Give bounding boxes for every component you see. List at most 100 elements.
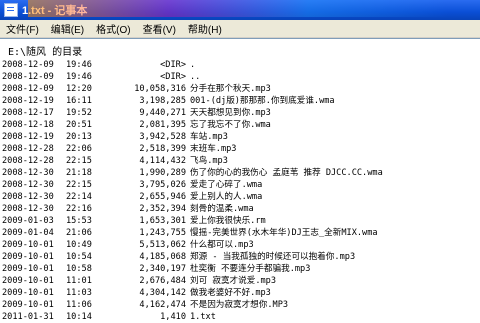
listing-date: 2009-10-01 xyxy=(2,240,54,250)
listing-filename: 1.txt xyxy=(190,312,216,322)
listing-filename: 爱上别人的人.wma xyxy=(190,192,263,202)
listing-size: 1,653,301 xyxy=(139,216,186,226)
listing-time: 21:18 xyxy=(66,168,92,178)
listing-filename: 天天都想见到你.mp3 xyxy=(190,108,271,118)
listing-size: 2,081,395 xyxy=(139,120,186,130)
listing-filename: 什么都可以.mp3 xyxy=(190,240,254,250)
listing-time: 22:15 xyxy=(66,156,92,166)
listing-size: 4,304,142 xyxy=(139,288,186,298)
listing-size: 3,795,026 xyxy=(139,180,186,190)
listing-row: 2008-12-30 22:16 2,352,394 刻骨的温柔.wma xyxy=(2,203,478,215)
menu-format[interactable]: 格式(O) xyxy=(90,21,136,36)
listing-row: 2008-12-09 12:20 10,058,316 分手在那个秋天.mp3 xyxy=(2,83,478,95)
listing-size: 2,655,946 xyxy=(139,192,186,202)
listing-filename: 郑源 - 当我孤独的时候还可以抱着你.mp3 xyxy=(190,252,356,262)
listing-time: 10:49 xyxy=(66,240,92,250)
listing-date: 2008-12-28 xyxy=(2,156,54,166)
listing-date: 2008-12-30 xyxy=(2,168,54,178)
listing-size: 2,340,197 xyxy=(139,264,186,274)
listing-date: 2009-10-01 xyxy=(2,264,54,274)
listing-size: 4,114,432 xyxy=(139,156,186,166)
listing-filename: 做我老婆好不好.mp3 xyxy=(190,288,271,298)
listing-date: 2008-12-28 xyxy=(2,144,54,154)
menu-help[interactable]: 帮助(H) xyxy=(182,21,228,36)
listing-row: 2008-12-18 20:51 2,081,395 忘了我忘不了你.wma xyxy=(2,119,478,131)
listing-size: 9,440,271 xyxy=(139,108,186,118)
listing-row: 2009-01-03 15:53 1,653,301 爱上你我很快乐.rm xyxy=(2,215,478,227)
listing-filename: 车站.mp3 xyxy=(190,132,228,142)
listing-time: 15:53 xyxy=(66,216,92,226)
listing-size: 1,243,755 xyxy=(139,228,186,238)
listing-size: 2,518,399 xyxy=(139,144,186,154)
listing-date: 2008-12-19 xyxy=(2,96,54,106)
listing-time: 20:13 xyxy=(66,132,92,142)
listing-filename: . xyxy=(190,60,196,70)
listing-time: 19:46 xyxy=(66,60,92,70)
listing-filename: 001-(dj版)那那那.你到底爱谁.wma xyxy=(190,96,335,106)
listing-time: 22:14 xyxy=(66,192,92,202)
listing-row: 2008-12-09 19:46 <DIR>. xyxy=(2,59,478,71)
listing-time: 12:20 xyxy=(66,84,92,94)
listing-size: 2,352,394 xyxy=(139,204,186,214)
listing-row: 2008-12-30 22:14 2,655,946 爱上别人的人.wma xyxy=(2,191,478,203)
listing-filename: 刻骨的温柔.wma xyxy=(190,204,254,214)
listing-size: 5,513,062 xyxy=(139,240,186,250)
listing-time: 21:06 xyxy=(66,228,92,238)
listing-filename: 伤了你的心的我伤心 孟庭苇 推荐 DJCC.CC.wma xyxy=(190,168,383,178)
listing-time: 10:14 xyxy=(66,312,92,322)
listing-filename: 飞鸟.mp3 xyxy=(190,156,228,166)
listing-date: 2009-10-01 xyxy=(2,300,54,310)
listing-time: 20:51 xyxy=(66,120,92,130)
listing-date: 2009-10-01 xyxy=(2,252,54,262)
listing-date: 2009-10-01 xyxy=(2,276,54,286)
listing-time: 19:46 xyxy=(66,72,92,82)
listing-filename: 爱走了心碎了.wma xyxy=(190,180,263,190)
listing-row: 2009-01-04 21:06 1,243,755 慢摇-完美世界(水木年华)DJ王… xyxy=(2,227,478,239)
listing-size: 3,198,285 xyxy=(139,96,186,106)
listing-filename: 刘可 寂寞才说爱.mp3 xyxy=(190,276,277,286)
listing-date: 2008-12-09 xyxy=(2,84,54,94)
listing-row: 2008-12-09 19:46 <DIR>.. xyxy=(2,71,478,83)
listing-date: 2008-12-30 xyxy=(2,180,54,190)
listing-time: 10:58 xyxy=(66,264,92,274)
listing-row: 2009-10-01 10:58 2,340,197 杜奕衡 不要连分手都骗我.mp3 xyxy=(2,263,478,275)
listing-row: 2008-12-19 16:11 3,198,285 001-(dj版)那那那.你到底… xyxy=(2,95,478,107)
listing-date: 2011-01-31 xyxy=(2,312,54,322)
menu-edit[interactable]: 编辑(E) xyxy=(45,21,90,36)
listing-row: 2009-10-01 10:49 5,513,062 什么都可以.mp3 xyxy=(2,239,478,251)
directory-listing: 2008-12-09 19:46 <DIR>. 2008-12-09 19:46 <DIR… xyxy=(2,59,478,323)
listing-date: 2008-12-18 xyxy=(2,120,54,130)
listing-filename: 不是因为寂寞才想你.MP3 xyxy=(190,300,289,310)
listing-time: 11:06 xyxy=(66,300,92,310)
listing-size: 1,990,289 xyxy=(139,168,186,178)
listing-date: 2008-12-30 xyxy=(2,204,54,214)
directory-header: E:\随风 的目录 xyxy=(8,47,83,58)
listing-size: 3,942,528 xyxy=(139,132,186,142)
listing-row: 2008-12-17 19:52 9,440,271 天天都想见到你.mp3 xyxy=(2,107,478,119)
listing-filename: 末班车.mp3 xyxy=(190,144,237,154)
listing-size: 10,058,316 xyxy=(134,84,186,94)
listing-date: 2009-01-03 xyxy=(2,216,54,226)
text-editor-area[interactable]: E:\随风 的目录 2008-12-09 19:46 <DIR>. 2008-12-0… xyxy=(0,38,480,322)
notepad-icon xyxy=(4,3,18,17)
listing-size: 4,162,474 xyxy=(139,300,186,310)
listing-date: 2008-12-30 xyxy=(2,192,54,202)
listing-row: 2009-10-01 11:06 4,162,474 不是因为寂寞才想你.MP3 xyxy=(2,299,478,311)
listing-row: 2008-12-28 22:15 4,114,432 飞鸟.mp3 xyxy=(2,155,478,167)
listing-row: 2009-10-01 11:03 4,304,142 做我老婆好不好.mp3 xyxy=(2,287,478,299)
menu-file[interactable]: 文件(F) xyxy=(0,21,45,36)
listing-filename: 忘了我忘不了你.wma xyxy=(190,120,271,130)
listing-row: 2009-10-01 11:01 2,676,484 刘可 寂寞才说爱.mp3 xyxy=(2,275,478,287)
listing-time: 22:15 xyxy=(66,180,92,190)
listing-time: 11:01 xyxy=(66,276,92,286)
listing-time: 10:54 xyxy=(66,252,92,262)
listing-size: 1,410 xyxy=(160,312,186,322)
listing-filename: 慢摇-完美世界(水木年华)DJ王志_全新MIX.wma xyxy=(190,228,378,238)
listing-filename: .. xyxy=(190,72,201,82)
menu-view[interactable]: 查看(V) xyxy=(137,21,182,36)
title-bar: 1.txt - 记事本 xyxy=(0,0,480,20)
listing-row: 2011-01-31 10:14 1,410 1.txt xyxy=(2,311,478,323)
listing-row: 2009-10-01 10:54 4,185,068 郑源 - 当我孤独的时候还可以抱… xyxy=(2,251,478,263)
decorative-overlay-graphic xyxy=(28,0,448,17)
listing-date: 2009-10-01 xyxy=(2,288,54,298)
